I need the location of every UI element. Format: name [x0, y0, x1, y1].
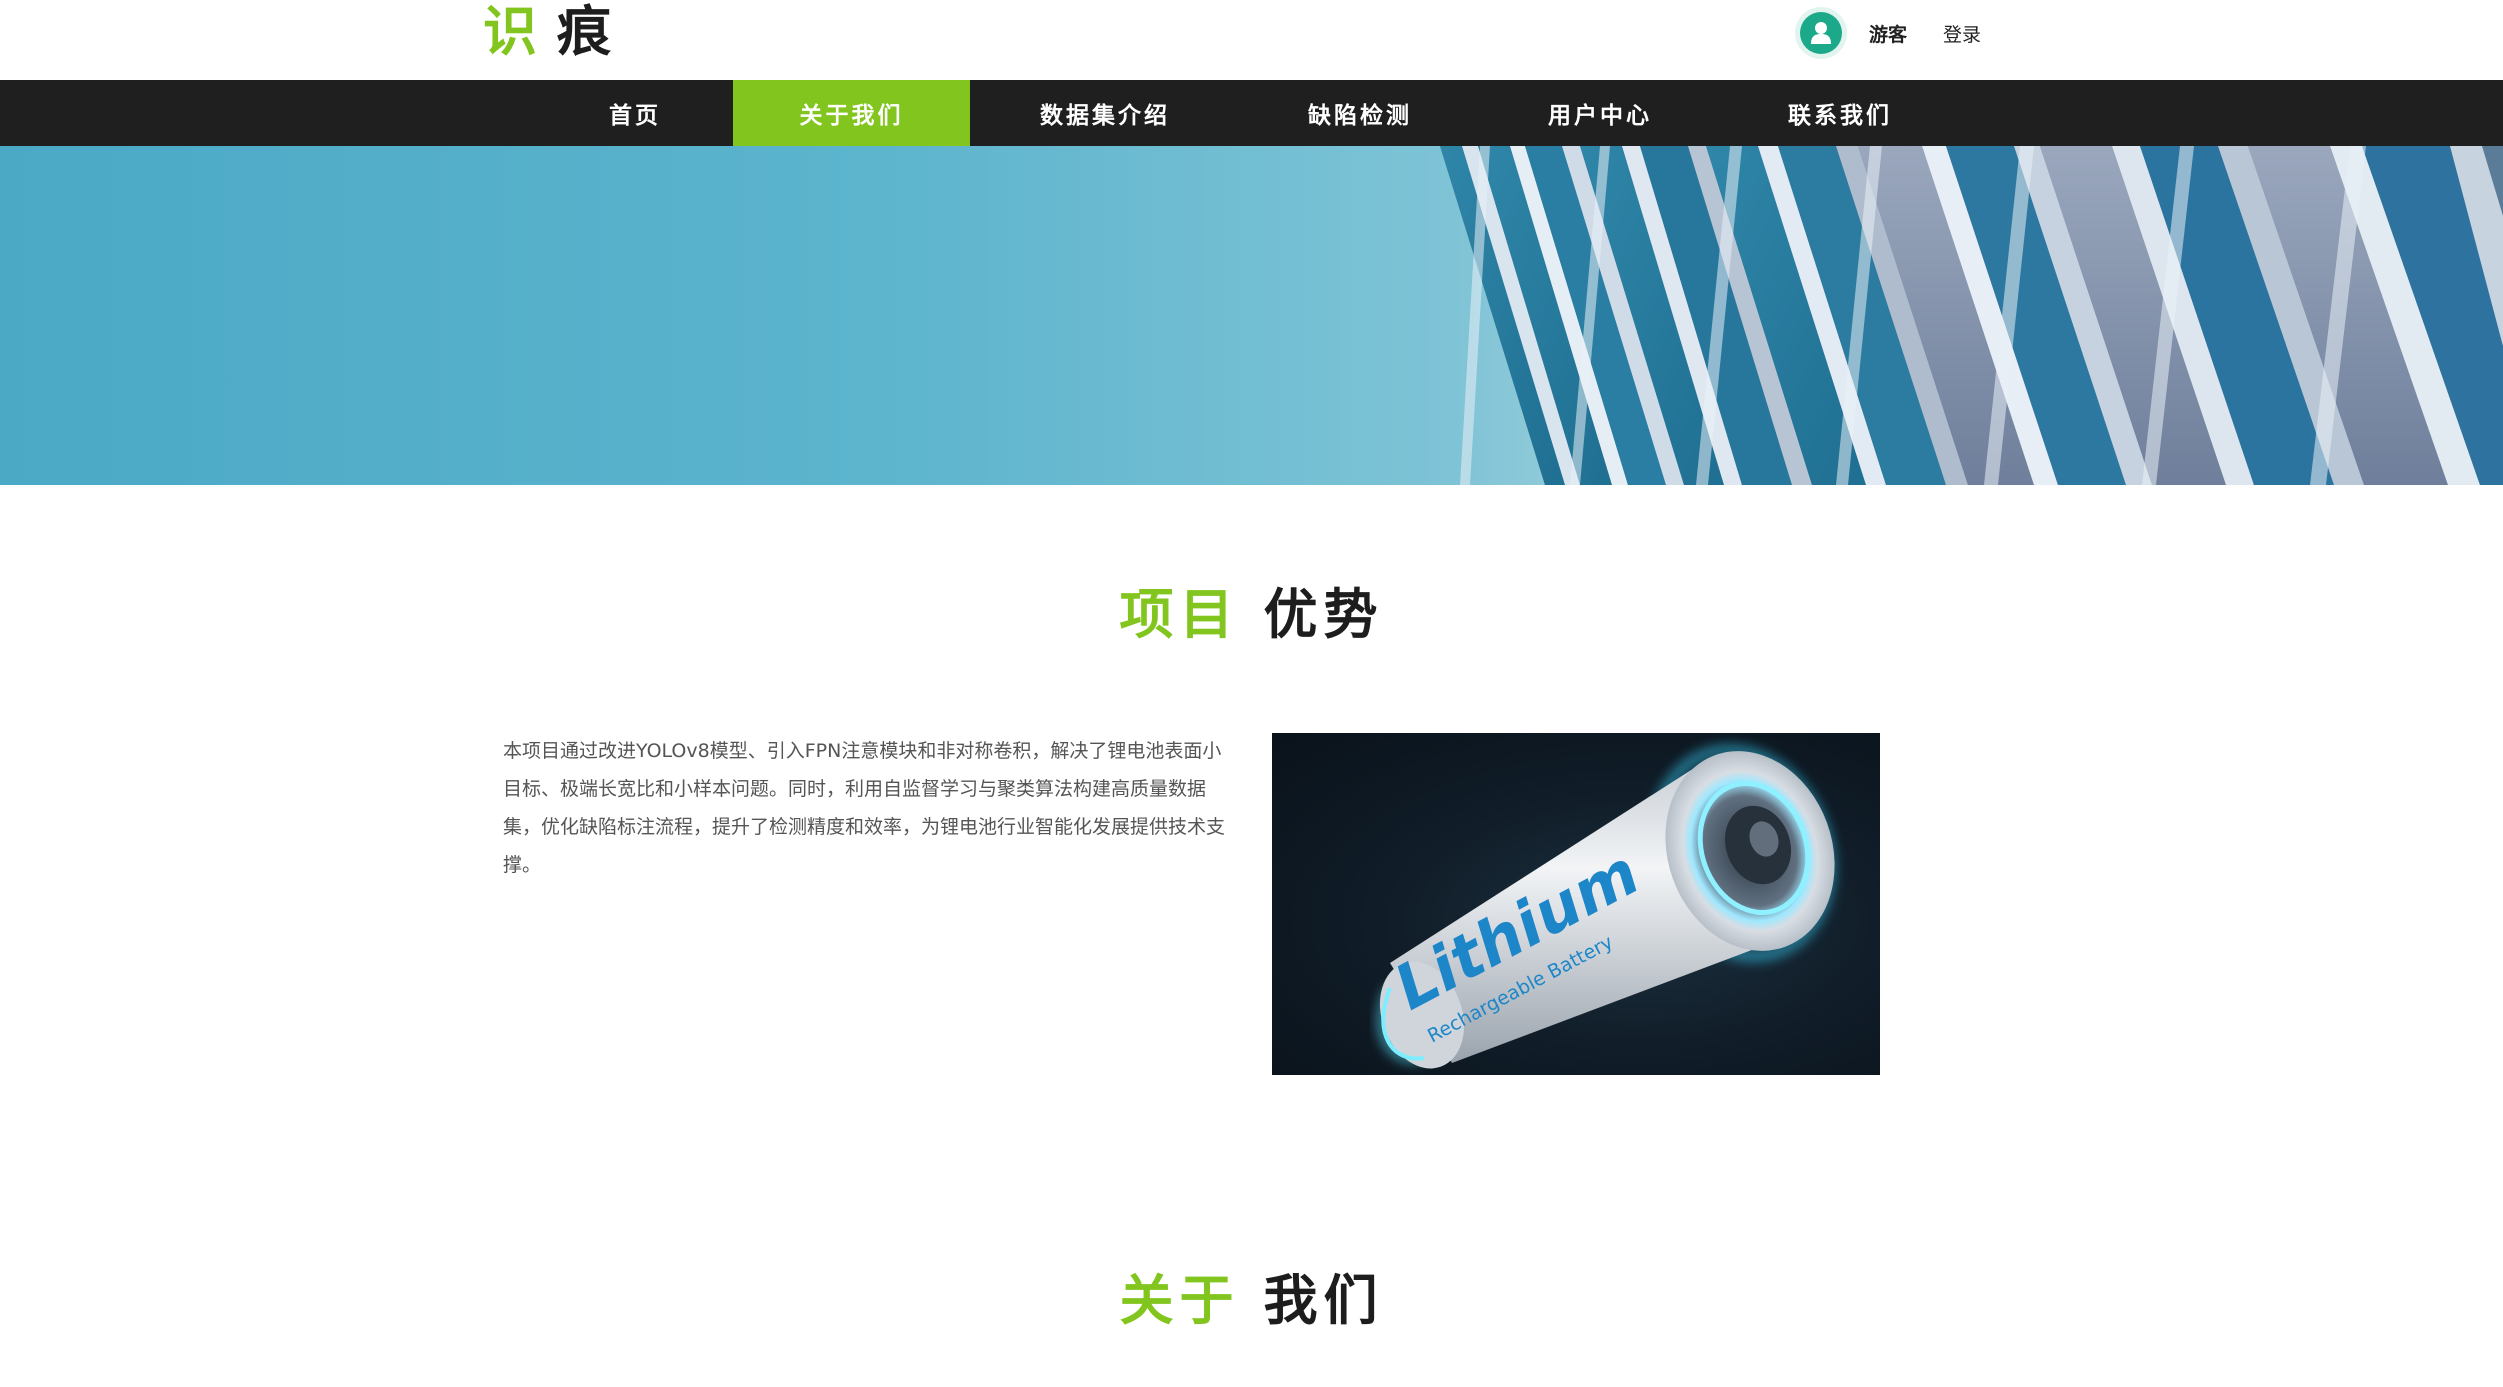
advantage-description: 本项目通过改进YOLOv8模型、引入FPN注意模块和非对称卷积，解决了锂电池表面…: [503, 740, 1226, 876]
nav-item-dataset[interactable]: 数据集介绍: [1000, 80, 1210, 146]
user-area: 游客 登录: [1795, 6, 1981, 60]
nav-item-user-center[interactable]: 用户中心: [1490, 80, 1710, 146]
advantage-title-part-2: 优势: [1263, 583, 1384, 646]
user-avatar[interactable]: [1795, 7, 1847, 59]
hero-banner: [0, 146, 2503, 485]
advantage-title: 项目 优势: [0, 570, 2503, 649]
nav-item-home[interactable]: 首页: [560, 80, 710, 146]
advantage-title-part-1: 项目: [1119, 583, 1240, 646]
about-title: 关于 我们: [0, 1256, 2503, 1335]
main-nav: 首页 关于我们 数据集介绍 缺陷检测 用户中心 联系我们: [0, 80, 2503, 146]
building-facade-image: [1440, 146, 2503, 485]
login-link[interactable]: 登录: [1943, 20, 1981, 47]
top-header: 识痕 游客 登录: [0, 0, 2503, 80]
logo-char-2: 痕: [557, 0, 631, 63]
about-title-part-1: 关于: [1119, 1269, 1240, 1332]
nav-item-contact[interactable]: 联系我们: [1730, 80, 1950, 146]
user-icon: [1800, 12, 1842, 54]
lithium-battery-image: Lithium Rechargeable Battery: [1272, 733, 1880, 1075]
guest-label: 游客: [1869, 23, 1908, 46]
logo-char-1: 识: [483, 0, 557, 63]
nav-item-detection[interactable]: 缺陷检测: [1250, 80, 1470, 146]
site-logo[interactable]: 识痕: [483, 2, 631, 62]
nav-item-about[interactable]: 关于我们: [733, 80, 970, 146]
about-title-part-2: 我们: [1263, 1269, 1384, 1332]
